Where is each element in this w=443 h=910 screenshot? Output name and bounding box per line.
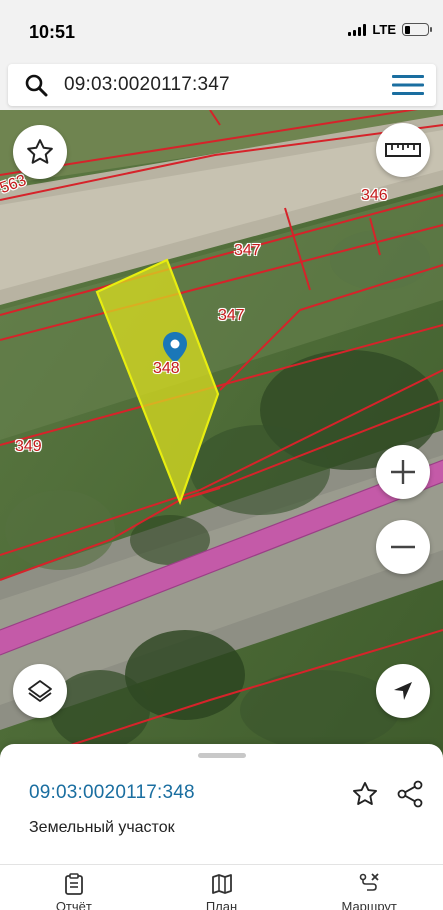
parcel-label: 346 [361,187,388,204]
tab-report[interactable]: Отчёт [0,865,148,910]
battery-icon [402,23,432,36]
favorite-button[interactable] [13,125,67,179]
star-icon [352,781,378,805]
tab-route[interactable]: Маршрут [295,865,443,910]
layers-icon [28,680,52,702]
navigation-arrow-icon [394,682,412,700]
locate-button[interactable] [376,664,430,718]
star-icon [27,139,53,164]
network-type: LTE [372,22,396,37]
share-button[interactable] [394,778,426,810]
status-indicators: LTE [348,22,432,37]
signal-icon [348,23,367,36]
satellite-map [0,110,443,760]
tab-plan-label: План [205,899,238,910]
tab-plan[interactable]: План [148,865,296,910]
hamburger-menu-icon[interactable] [380,64,436,106]
search-icon[interactable] [8,64,64,106]
parcel-label: 347 [218,307,245,324]
search-input[interactable]: 09:03:0020117:347 [64,74,380,96]
sheet-drag-handle[interactable] [198,753,246,758]
tab-report-label: Отчёт [55,899,92,910]
status-bar: 10:51 LTE [0,0,443,62]
parcel-label-selected: 348 [153,360,180,377]
share-icon [397,780,423,808]
parcel-label: 349 [15,438,42,455]
app-screen: 10:51 LTE 09:03:0020117:347 563 346 347 … [0,0,443,910]
plus-icon [391,460,415,484]
zoom-in-button[interactable] [376,445,430,499]
minus-icon [391,545,415,549]
clipboard-icon [62,873,86,895]
status-time: 10:51 [29,22,76,42]
parcel-info-sheet[interactable]: 09:03:0020117:348 Земельный участок [0,744,443,864]
ruler-icon [385,143,421,157]
map-icon [210,873,234,895]
bottom-tab-bar: Отчёт План Маршрут [0,864,443,910]
battery-fill [404,25,410,34]
parcel-label: 347 [234,242,261,259]
search-bar[interactable]: 09:03:0020117:347 [8,64,436,106]
map-view[interactable]: 563 346 347 347 348 349 [0,110,443,760]
parcel-type: Земельный участок [29,819,175,836]
ruler-button[interactable] [376,123,430,177]
route-icon [357,873,381,895]
tab-route-label: Маршрут [341,899,397,910]
parcel-cadastral-number[interactable]: 09:03:0020117:348 [29,782,195,804]
add-favorite-button[interactable] [349,778,381,810]
layers-button[interactable] [13,664,67,718]
zoom-out-button[interactable] [376,520,430,574]
